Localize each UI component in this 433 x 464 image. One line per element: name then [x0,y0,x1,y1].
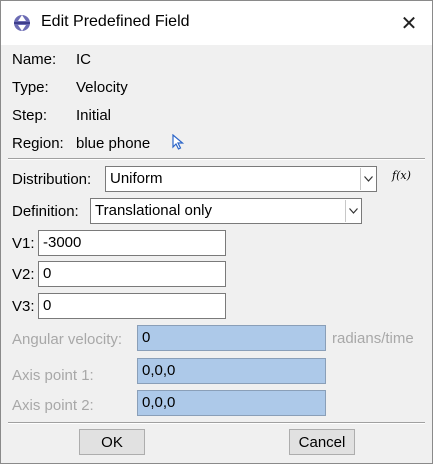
angular-velocity-label: Angular velocity: [12,331,123,348]
step-value: Initial [76,107,112,124]
v2-input[interactable]: 0 [38,261,226,287]
v3-label: V3: [12,298,35,315]
cursor-arrow-icon[interactable] [171,134,185,150]
ok-button[interactable]: OK [79,429,145,455]
region-label: Region: [12,135,64,152]
v2-label: V2: [12,266,35,283]
name-value: IC [76,51,91,68]
v3-input[interactable]: 0 [38,293,226,319]
title-bar[interactable]: Edit Predefined Field ✕ [1,1,432,45]
close-button[interactable]: ✕ [394,9,424,37]
v1-input[interactable]: -3000 [38,230,226,256]
distribution-selected: Uniform [110,170,163,187]
definition-selected: Translational only [95,202,213,219]
region-value: blue phone [76,135,151,152]
angular-velocity-input[interactable]: 0 [137,325,326,351]
dialog-title: Edit Predefined Field [41,13,190,30]
close-icon: ✕ [400,12,418,35]
axis-point-1-label: Axis point 1: [12,367,94,384]
type-label: Type: [12,79,49,96]
definition-select[interactable]: Translational only [90,198,362,224]
angular-velocity-units: radians/time [332,330,414,347]
chevron-down-icon [360,168,375,190]
separator [8,158,425,160]
axis-point-2-label: Axis point 2: [12,397,94,414]
chevron-down-icon [345,200,360,222]
type-value: Velocity [76,79,128,96]
name-label: Name: [12,51,57,68]
axis-point-1-input[interactable]: 0,0,0 [137,358,326,384]
v1-label: V1: [12,235,35,252]
step-label: Step: [12,107,48,124]
distribution-label: Distribution: [12,171,92,188]
definition-label: Definition: [12,203,79,220]
axis-point-2-input[interactable]: 0,0,0 [137,390,326,416]
cancel-button[interactable]: Cancel [289,429,355,455]
edit-predefined-field-dialog: Edit Predefined Field ✕ Name: IC Type: V… [0,0,433,464]
predefined-field-icon [14,15,30,31]
separator [8,422,425,424]
fx-button[interactable]: f(x) [392,169,411,182]
distribution-select[interactable]: Uniform [105,166,377,192]
